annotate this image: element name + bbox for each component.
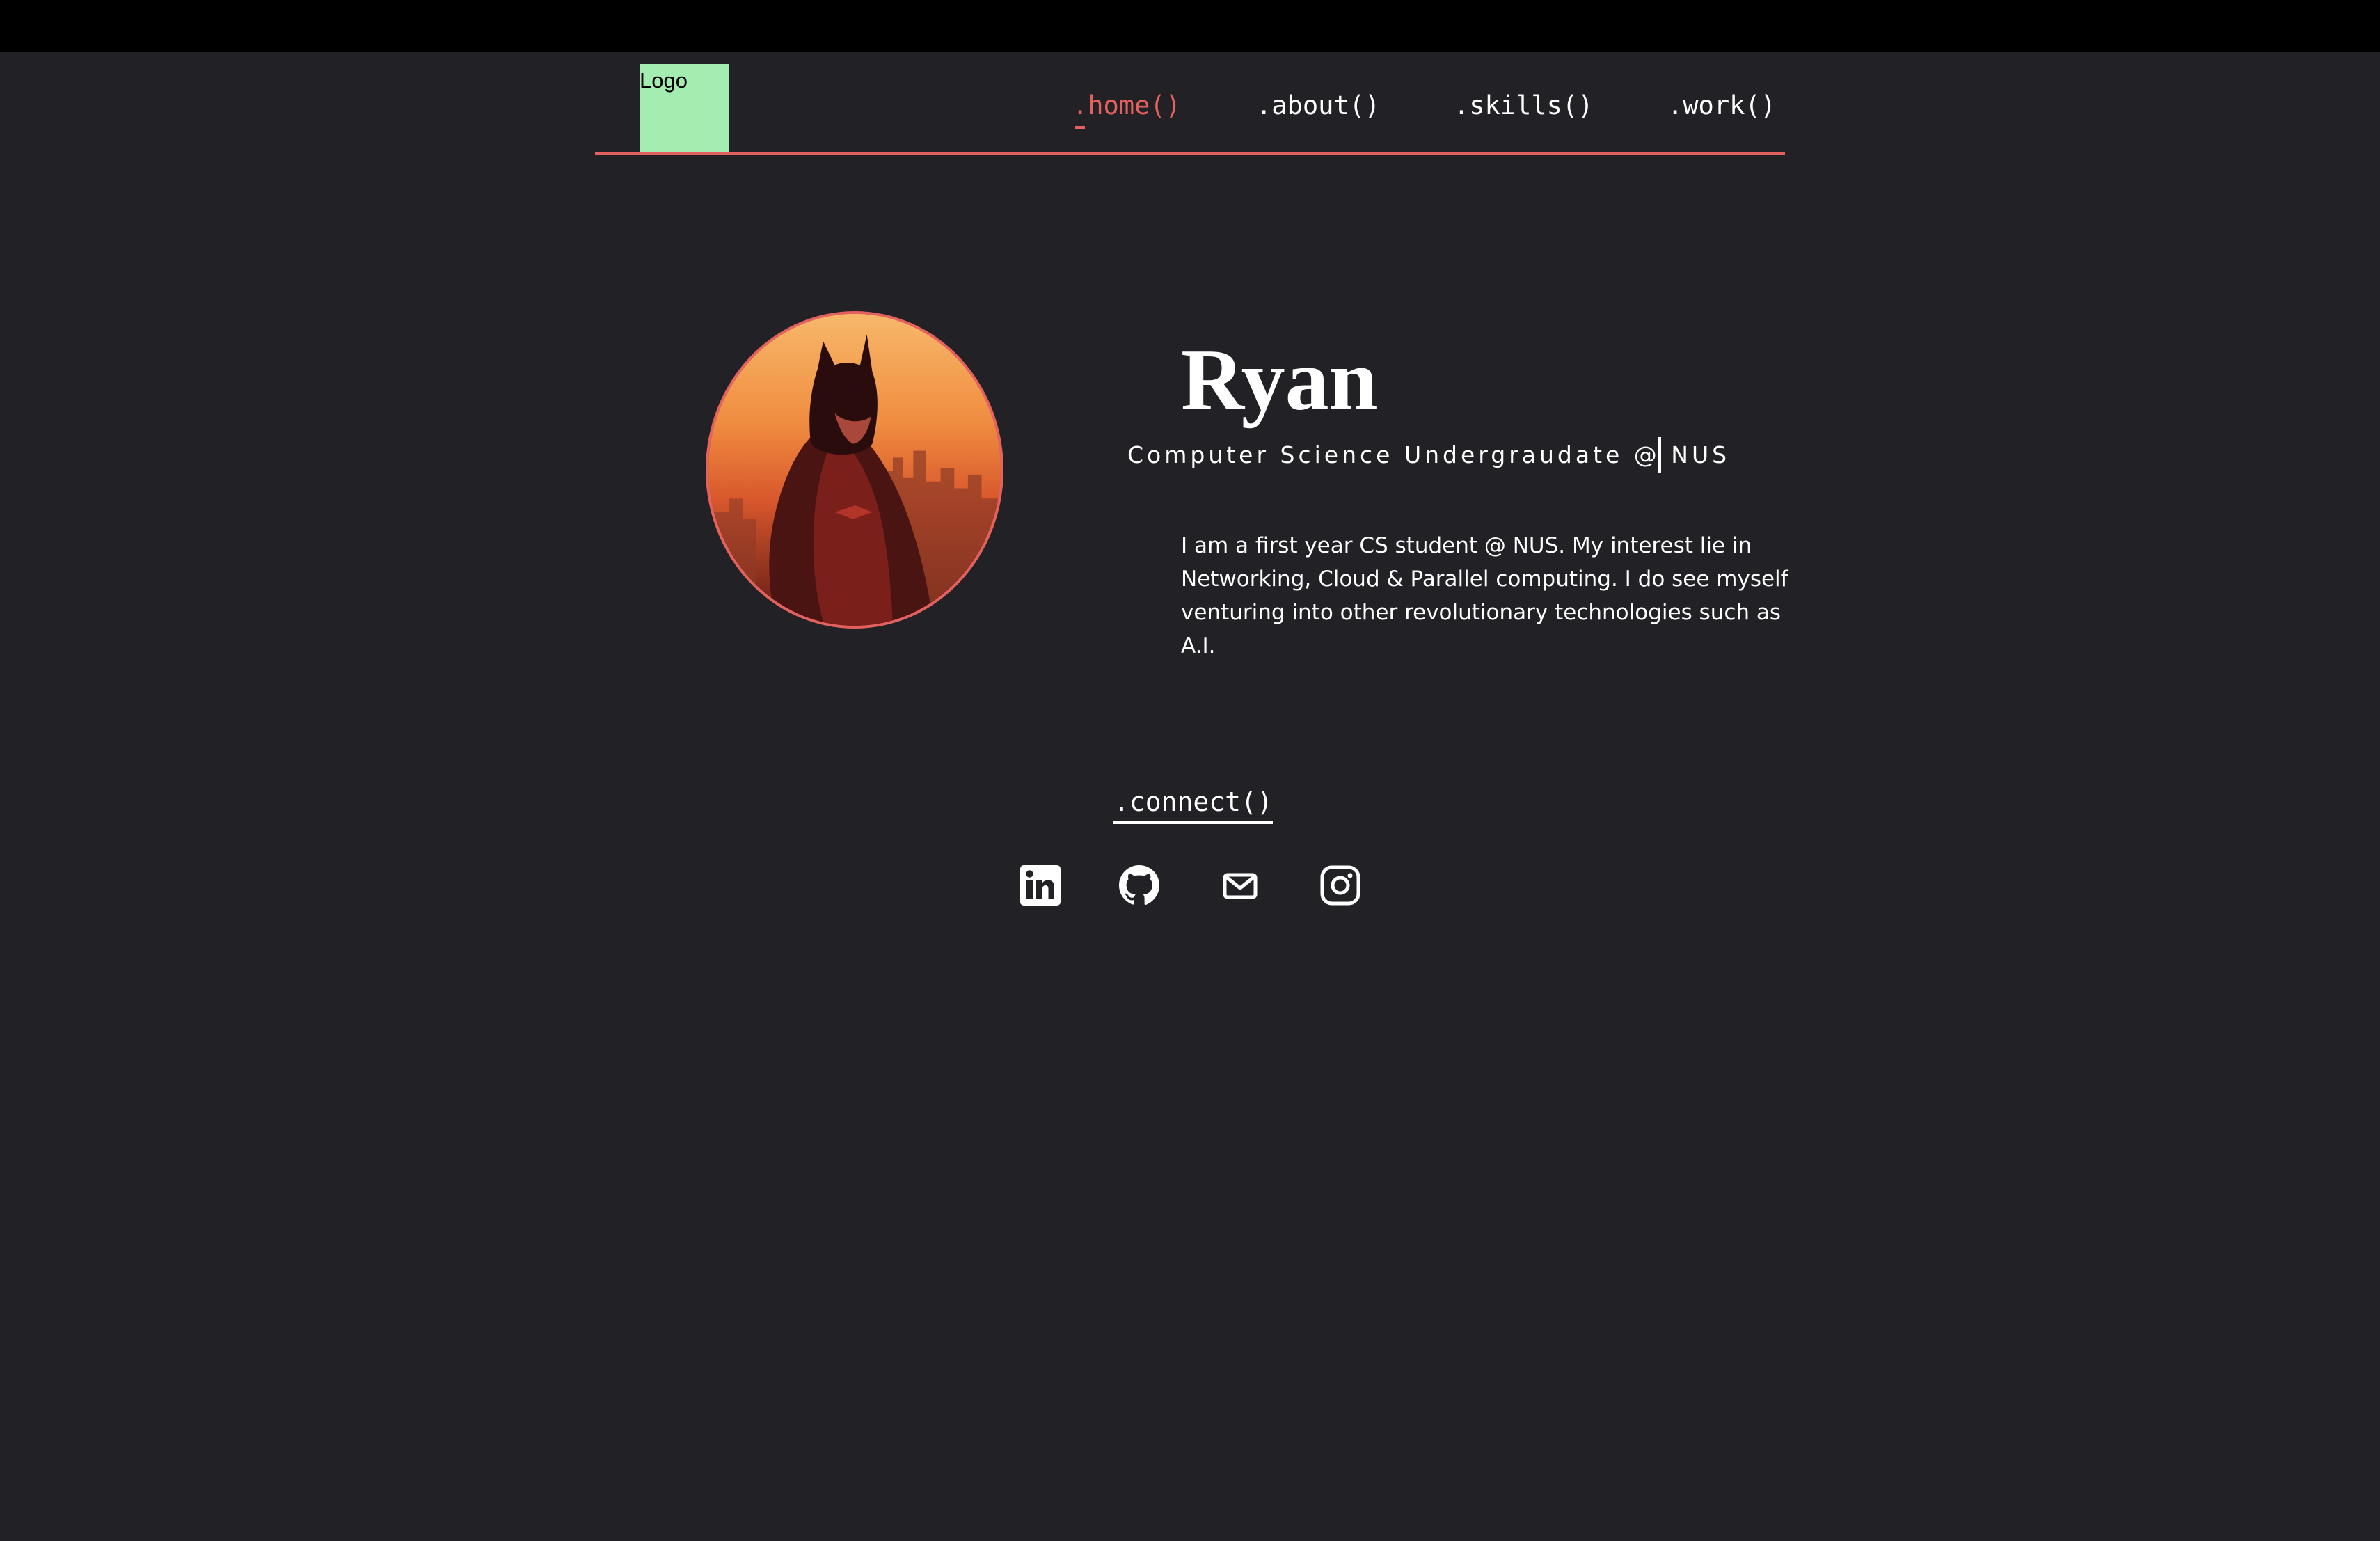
nav-item-about[interactable]: .about() [1256,90,1380,121]
nav-item-home-label: .home() [1072,90,1181,120]
main-nav: .home() .about() .skills() .work() [0,0,2380,160]
nav-item-work[interactable]: .work() [1667,90,1776,121]
connect-heading[interactable]: .connect() [1113,787,1273,824]
nav-item-about-label: .about() [1256,90,1381,120]
nav-divider [595,152,1785,155]
profile-bio: I am a first year CS student @ NUS. My i… [1181,533,1788,658]
nav-item-work-label: .work() [1667,90,1776,120]
active-indicator [1075,126,1085,129]
avatar [706,311,1003,629]
nav-item-skills-label: .skills() [1454,90,1594,120]
nav-item-skills[interactable]: .skills() [1454,90,1593,121]
typing-cursor [1658,437,1661,473]
instagram-icon[interactable] [1319,864,1362,907]
batman-portrait [708,314,1001,626]
github-icon[interactable] [1118,864,1161,907]
profile-name: Ryan [1181,332,1378,429]
mail-icon[interactable] [1219,864,1262,907]
linkedin-icon[interactable] [1019,864,1062,907]
nav-item-home[interactable]: .home() [1072,90,1181,129]
profile-subtitle: Computer Science Undergraudate @ NUS [1127,441,1731,468]
